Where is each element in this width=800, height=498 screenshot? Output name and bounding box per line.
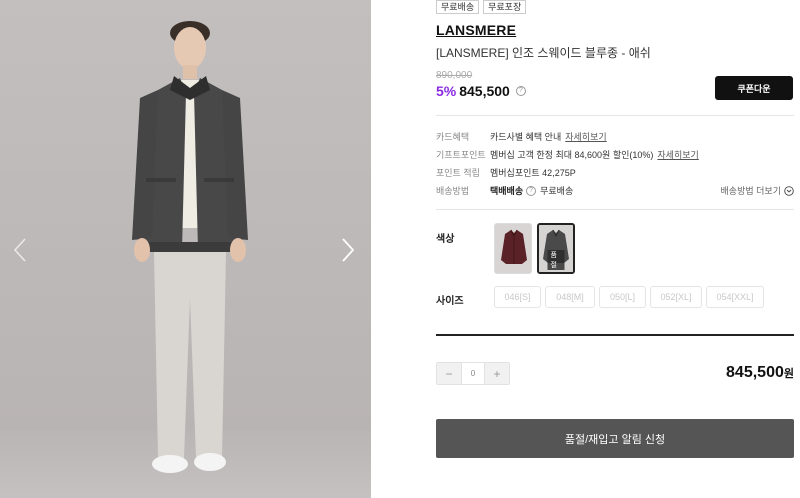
gift-point-detail-link[interactable]: 자세히보기 [657, 148, 698, 161]
chevron-down-circle-icon [784, 185, 794, 196]
point-value: 멤버십포인트 42,275P [490, 168, 576, 178]
quantity-minus-button[interactable]: − [437, 363, 461, 384]
color-option-ash[interactable]: 품절 [537, 223, 575, 274]
total-currency: 원 [783, 368, 794, 380]
burgundy-jacket-thumbnail [495, 224, 531, 273]
color-label: 색상 [436, 234, 455, 245]
color-option-burgundy[interactable] [494, 223, 532, 274]
shipping-more-label: 배송방법 더보기 [720, 186, 781, 196]
gift-point-value: 멤버십 고객 한정 최대 84,600원 할인(10%) [490, 150, 654, 160]
point-row: 포인트 적립 멤버십포인트 42,275P [436, 166, 794, 179]
shipping-fee: 무료배송 [540, 186, 574, 196]
size-option[interactable]: 054[XXL] [706, 286, 764, 308]
shipping-method: 택배배송 [490, 186, 524, 196]
quantity-plus-button[interactable]: + [485, 363, 509, 384]
point-label: 포인트 적립 [436, 168, 480, 178]
total-amount: 845,500 [726, 364, 784, 381]
badge-list: 무료배송 무료포장 [436, 0, 527, 14]
sale-price: 845,500 [459, 83, 510, 99]
prev-image-button[interactable] [8, 236, 32, 264]
question-icon[interactable]: ? [515, 86, 526, 96]
size-option[interactable]: 052[XL] [650, 286, 702, 308]
size-option[interactable]: 046[S] [494, 286, 541, 308]
discount-rate: 5% [436, 83, 457, 99]
divider [436, 209, 794, 210]
quantity-input[interactable]: 0 [461, 363, 485, 384]
restock-notify-button[interactable]: 품절/재입고 알림 신청 [436, 419, 794, 458]
size-label: 사이즈 [436, 296, 464, 307]
shipping-help-icon[interactable]: ? [526, 185, 537, 196]
chevron-right-icon [342, 238, 355, 262]
size-option[interactable]: 048[M] [545, 286, 595, 308]
chevron-left-icon [13, 238, 26, 262]
soldout-tag: 품절 [547, 250, 565, 270]
card-benefit-value: 카드사별 혜택 안내 [490, 132, 562, 142]
product-name: [LANSMERE] 인조 스웨이드 블루종 - 애쉬 [436, 46, 651, 60]
next-image-button[interactable] [336, 236, 360, 264]
size-option[interactable]: 050[L] [599, 286, 646, 308]
card-benefit-detail-link[interactable]: 자세히보기 [565, 130, 606, 143]
total-price: 845,500 원 [726, 364, 794, 382]
card-benefit-label: 카드혜택 [436, 132, 470, 142]
quantity-stepper: − 0 + [436, 362, 510, 385]
shipping-more-button[interactable]: 배송방법 더보기 [721, 184, 794, 197]
coupon-download-button[interactable]: 쿠폰다운 [715, 76, 793, 100]
size-options: 046[S] 048[M] 050[L] 052[XL] 054[XXL] [494, 286, 764, 308]
product-gallery [0, 0, 371, 498]
gift-point-row: 기프트포인트 멤버십 고객 한정 최대 84,600원 할인(10%) 자세히보… [436, 148, 794, 161]
original-price: 890,000 [436, 70, 473, 81]
free-shipping-badge: 무료배송 [436, 0, 480, 14]
product-model-image [132, 21, 248, 473]
divider [436, 115, 794, 116]
brand-link[interactable]: LANSMERE [436, 22, 516, 38]
gift-point-label: 기프트포인트 [436, 150, 486, 160]
shipping-row: 배송방법 택배배송 ? 무료배송 배송방법 더보기 [436, 184, 794, 197]
card-benefit-row: 카드혜택 카드사별 혜택 안내 자세히보기 [436, 130, 794, 143]
price-row: 5% 845,500 ? [436, 83, 526, 99]
section-divider [436, 334, 794, 336]
free-wrapping-badge: 무료포장 [483, 0, 527, 14]
shipping-label: 배송방법 [436, 186, 470, 196]
